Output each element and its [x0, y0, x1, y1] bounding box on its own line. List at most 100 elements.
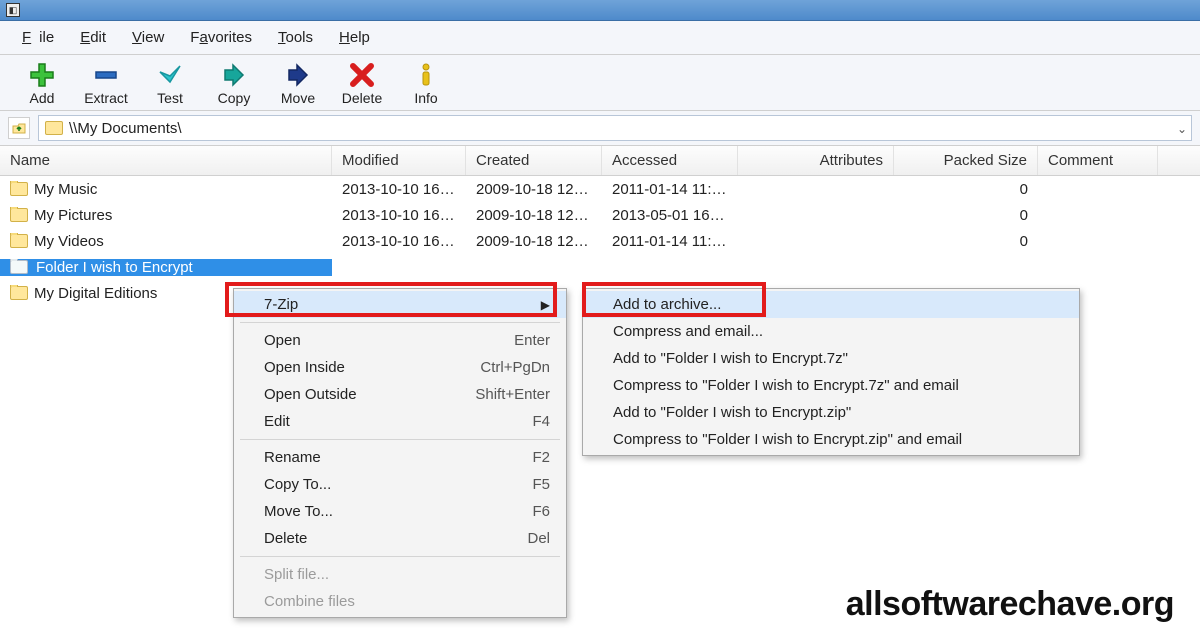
menu-item[interactable]: Copy To... F5 [234, 471, 566, 498]
menu-item-label: Copy To... [264, 476, 331, 493]
menu-item-label: Compress and email... [613, 323, 763, 340]
copy-button[interactable]: Copy [206, 61, 262, 106]
menu-item[interactable]: DeleteDel [234, 525, 566, 552]
menu-item[interactable]: Add to "Folder I wish to Encrypt.7z" [583, 345, 1079, 372]
menu-item-label: Combine files [264, 593, 355, 610]
menu-item: Split file... [234, 561, 566, 588]
menu-separator [240, 439, 560, 440]
file-modified: 2013-10-10 16:08 [332, 207, 466, 224]
info-icon [412, 61, 440, 89]
add-button[interactable]: Add [14, 61, 70, 106]
menu-edit[interactable]: Edit [76, 27, 110, 48]
extract-button[interactable]: Extract [78, 61, 134, 106]
menu-shortcut: F2 [532, 449, 550, 466]
menu-item-label: Add to "Folder I wish to Encrypt.7z" [613, 350, 848, 367]
col-packed[interactable]: Packed Size [894, 146, 1038, 175]
menu-item-label: Open Inside [264, 359, 345, 376]
menu-shortcut: Shift+Enter [475, 386, 550, 403]
path-text: \\My Documents\ [69, 120, 182, 137]
file-row[interactable]: My Videos2013-10-10 16:082009-10-18 12:2… [0, 228, 1200, 254]
menu-item: Combine files [234, 588, 566, 615]
file-name: My Pictures [34, 207, 112, 224]
path-input[interactable]: \\My Documents\ ⌄ [38, 115, 1192, 141]
menu-item[interactable]: 7-Zip ▶ [234, 291, 566, 318]
file-modified: 2013-10-10 16:08 [332, 181, 466, 198]
folder-icon [10, 286, 28, 300]
file-name: Folder I wish to Encrypt [34, 259, 195, 276]
menu-item-label: Rename [264, 449, 321, 466]
col-accessed[interactable]: Accessed [602, 146, 738, 175]
file-list: My Music2013-10-10 16:082009-10-18 12:22… [0, 176, 1200, 306]
menu-item[interactable]: Rename F2 [234, 444, 566, 471]
file-name: My Music [34, 181, 97, 198]
menu-item[interactable]: Move To...F6 [234, 498, 566, 525]
file-name: My Digital Editions [34, 285, 157, 302]
col-comment[interactable]: Comment [1038, 146, 1158, 175]
col-attributes[interactable]: Attributes [738, 146, 894, 175]
file-created: 2009-10-18 12:22 [466, 181, 602, 198]
file-created: 2009-10-18 12:22 [466, 233, 602, 250]
col-name[interactable]: Name [0, 146, 332, 175]
menu-item[interactable]: Open InsideCtrl+PgDn [234, 354, 566, 381]
menu-tools[interactable]: Tools [274, 27, 317, 48]
file-accessed: 2011-01-14 11:23 [602, 181, 738, 198]
menu-bar: File Edit View Favorites Tools Help [0, 21, 1200, 55]
menu-item-label: Delete [264, 530, 307, 547]
menu-item[interactable]: Open Outside Shift+Enter [234, 381, 566, 408]
menu-item[interactable]: Compress to "Folder I wish to Encrypt.7z… [583, 372, 1079, 399]
menu-separator [240, 556, 560, 557]
path-bar: \\My Documents\ ⌄ [0, 110, 1200, 146]
app-sys-icon: ◧ [6, 3, 20, 17]
menu-item-label: Open [264, 332, 301, 349]
column-header-row: Name Modified Created Accessed Attribute… [0, 146, 1200, 176]
check-icon [156, 61, 184, 89]
toolbar: Add Extract Test Copy Move Delete Info [0, 55, 1200, 110]
menu-separator [240, 322, 560, 323]
test-label: Test [157, 91, 183, 106]
copy-arrow-icon [220, 61, 248, 89]
up-folder-button[interactable] [8, 117, 30, 139]
folder-icon [10, 208, 28, 222]
col-modified[interactable]: Modified [332, 146, 466, 175]
menu-shortcut: F6 [532, 503, 550, 520]
menu-item[interactable]: Edit F4 [234, 408, 566, 435]
menu-item[interactable]: Add to archive... [583, 291, 1079, 318]
context-submenu-7zip: Add to archive... Compress and email... Ad… [582, 288, 1080, 456]
menu-item-label: Open Outside [264, 386, 357, 403]
file-row[interactable]: My Pictures2013-10-10 16:082009-10-18 12… [0, 202, 1200, 228]
menu-favorites[interactable]: Favorites [186, 27, 256, 48]
menu-shortcut: F4 [532, 413, 550, 430]
menu-item[interactable]: Open Enter [234, 327, 566, 354]
menu-help[interactable]: Help [335, 27, 374, 48]
move-arrow-icon [284, 61, 312, 89]
menu-item-label: Split file... [264, 566, 329, 583]
submenu-arrow-icon: ▶ [541, 298, 550, 312]
copy-label: Copy [218, 91, 251, 106]
menu-view[interactable]: View [128, 27, 168, 48]
file-modified: 2013-10-10 16:08 [332, 233, 466, 250]
menu-file[interactable]: File [18, 27, 58, 48]
test-button[interactable]: Test [142, 61, 198, 106]
file-row[interactable]: My Music 2013-10-10 16:082009-10-18 12:22… [0, 176, 1200, 202]
chevron-down-icon[interactable]: ⌄ [1177, 122, 1187, 136]
file-accessed: 2011-01-14 11:23 [602, 233, 738, 250]
folder-icon [10, 260, 28, 274]
menu-shortcut: F5 [532, 476, 550, 493]
col-created[interactable]: Created [466, 146, 602, 175]
menu-item[interactable]: Add to "Folder I wish to Encrypt.zip" [583, 399, 1079, 426]
delete-button[interactable]: Delete [334, 61, 390, 106]
context-menu: 7-Zip▶OpenEnterOpen InsideCtrl+PgDnOpen … [233, 288, 567, 618]
move-button[interactable]: Move [270, 61, 326, 106]
menu-item[interactable]: Compress to "Folder I wish to Encrypt.zi… [583, 426, 1079, 453]
menu-item-label: Add to "Folder I wish to Encrypt.zip" [613, 404, 851, 421]
menu-item[interactable]: Compress and email... [583, 318, 1079, 345]
info-label: Info [414, 91, 437, 106]
menu-shortcut: Enter [514, 332, 550, 349]
menu-item-label: Edit [264, 413, 290, 430]
menu-item-label: 7-Zip [264, 296, 298, 313]
folder-icon [10, 182, 28, 196]
folder-icon [45, 121, 63, 135]
file-row[interactable]: Folder I wish to Encrypt [0, 254, 1200, 280]
menu-item-label: Compress to "Folder I wish to Encrypt.zi… [613, 431, 962, 448]
info-button[interactable]: Info [398, 61, 454, 106]
